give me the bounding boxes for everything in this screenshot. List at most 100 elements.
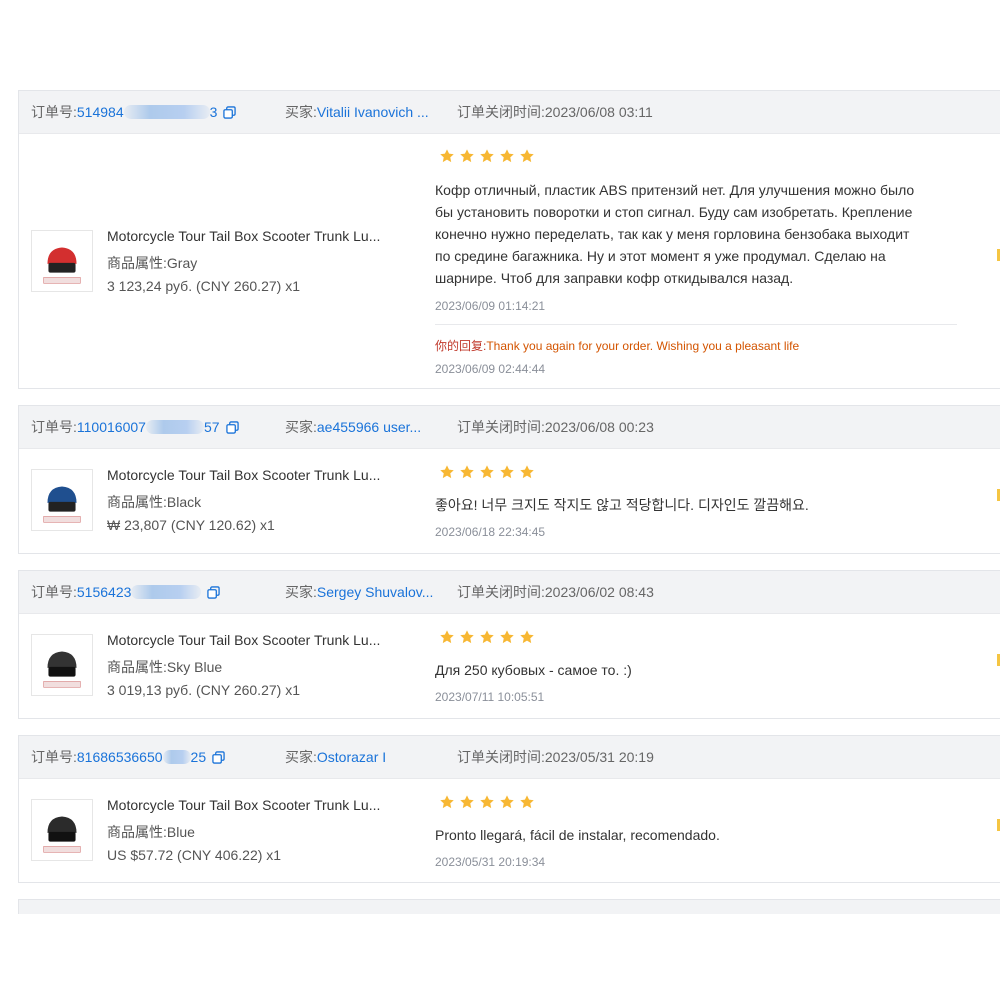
review-text: Pronto llegará, fácil de instalar, recom… bbox=[435, 827, 720, 843]
review-text: 좋아요! 너무 크지도 작지도 않고 적당합니다. 디자인도 깔끔해요. bbox=[435, 497, 809, 513]
star-icon bbox=[440, 795, 454, 809]
product-title[interactable]: Motorcycle Tour Tail Box Scooter Trunk L… bbox=[107, 632, 380, 648]
closed-time-value: 2023/06/08 00:23 bbox=[544, 419, 654, 435]
closed-time-label: 订单关闭时间: bbox=[457, 749, 545, 765]
star-icon bbox=[440, 465, 454, 479]
closed-time-label: 订单关闭时间: bbox=[457, 104, 545, 120]
buyer-field: 买家:ae455966 user... bbox=[285, 406, 421, 448]
product-attribute: 商品属性:Gray bbox=[107, 255, 198, 271]
star-icon bbox=[520, 149, 534, 163]
order-header: 订单号:5156423 买家:Sergey Shuvalov... 订单关闭时间… bbox=[19, 571, 1000, 614]
order-number-label: 订单号: bbox=[31, 419, 77, 435]
order-header: 订单号:110016007 57 买家:ae455966 user... 订单关闭… bbox=[19, 406, 1000, 449]
review-date: 2023/07/11 10:05:51 bbox=[435, 690, 545, 704]
order-number-label: 订单号: bbox=[31, 749, 77, 765]
order-card-partial bbox=[18, 899, 1000, 914]
order-card: 订单号:514984 3 买家:Vitalii Ivanovich ... 订单关… bbox=[18, 90, 1000, 389]
product-thumbnail[interactable] bbox=[31, 799, 93, 861]
buyer-link[interactable]: Sergey Shuvalov... bbox=[317, 584, 433, 600]
order-card: 订单号:5156423 买家:Sergey Shuvalov... 订单关闭时间… bbox=[18, 570, 1000, 719]
product-price: 3 019,13 руб. (CNY 260.27) x1 bbox=[107, 682, 300, 698]
star-icon bbox=[440, 149, 454, 163]
redaction-blur bbox=[123, 105, 210, 119]
product-thumbnail[interactable] bbox=[31, 634, 93, 696]
closed-time-field: 订单关闭时间:2023/06/02 08:43 bbox=[457, 571, 654, 613]
copy-icon[interactable] bbox=[212, 751, 225, 764]
order-number-label: 订单号: bbox=[31, 104, 77, 120]
product-title[interactable]: Motorcycle Tour Tail Box Scooter Trunk L… bbox=[107, 228, 380, 244]
reply-text: Thank you again for your order. Wishing … bbox=[486, 339, 800, 353]
buyer-field: 买家:Vitalii Ivanovich ... bbox=[285, 91, 429, 133]
star-icon bbox=[500, 465, 514, 479]
star-icon bbox=[500, 630, 514, 644]
product-title[interactable]: Motorcycle Tour Tail Box Scooter Trunk L… bbox=[107, 797, 380, 813]
buyer-label: 买家: bbox=[285, 104, 317, 120]
star-icon bbox=[460, 795, 474, 809]
buyer-label: 买家: bbox=[285, 584, 317, 600]
star-icon bbox=[480, 795, 494, 809]
product-attribute: 商品属性:Black bbox=[107, 494, 202, 510]
star-icon bbox=[440, 630, 454, 644]
product-price: 3 123,24 руб. (CNY 260.27) x1 bbox=[107, 278, 300, 294]
order-number-field: 订单号:514984 3 bbox=[31, 91, 237, 133]
order-header: 订单号:514984 3 买家:Vitalii Ivanovich ... 订单关… bbox=[19, 91, 1000, 134]
redaction-blur bbox=[131, 585, 202, 599]
review-date: 2023/06/18 22:34:45 bbox=[435, 525, 546, 539]
buyer-label: 买家: bbox=[285, 749, 317, 765]
reply-date: 2023/06/09 02:44:44 bbox=[435, 362, 546, 376]
star-icon bbox=[460, 149, 474, 163]
copy-icon[interactable] bbox=[223, 106, 237, 119]
closed-time-field: 订单关闭时间:2023/06/08 03:11 bbox=[457, 91, 653, 133]
seller-reply: 你的回复:Thank you again for your order. Wis… bbox=[435, 337, 799, 354]
star-icon bbox=[500, 795, 514, 809]
order-number-field: 订单号:5156423 bbox=[31, 571, 221, 613]
review-date: 2023/06/09 01:14:21 bbox=[435, 299, 546, 313]
rating-stars bbox=[439, 464, 539, 480]
order-number-link[interactable]: 81686536650 25 bbox=[77, 749, 206, 765]
product-thumbnail[interactable] bbox=[31, 230, 93, 292]
rating-stars bbox=[439, 794, 539, 810]
rating-stars bbox=[439, 629, 539, 645]
redaction-blur bbox=[145, 420, 204, 434]
closed-time-value: 2023/06/02 08:43 bbox=[544, 584, 654, 600]
order-number-field: 订单号:81686536650 25 bbox=[31, 736, 225, 778]
buyer-link[interactable]: Vitalii Ivanovich ... bbox=[317, 104, 429, 120]
buyer-field: 买家:Sergey Shuvalov... bbox=[285, 571, 433, 613]
buyer-link[interactable]: ae455966 user... bbox=[317, 419, 421, 435]
reply-divider bbox=[435, 324, 957, 325]
closed-time-field: 订单关闭时间:2023/06/08 00:23 bbox=[457, 406, 654, 448]
star-icon bbox=[520, 465, 534, 479]
star-icon bbox=[480, 630, 494, 644]
order-number-link[interactable]: 110016007 57 bbox=[77, 419, 220, 435]
copy-icon[interactable] bbox=[225, 421, 239, 434]
closed-time-value: 2023/06/08 03:11 bbox=[544, 104, 653, 120]
product-price: ₩ 23,807 (CNY 120.62) x1 bbox=[107, 517, 275, 533]
review-date: 2023/05/31 20:19:34 bbox=[435, 855, 546, 869]
order-number-label: 订单号: bbox=[31, 584, 77, 600]
buyer-link[interactable]: Ostorazar I bbox=[317, 749, 386, 765]
reply-label: 你的回复: bbox=[435, 339, 487, 353]
order-number-link[interactable]: 5156423 bbox=[77, 584, 202, 600]
product-thumbnail[interactable] bbox=[31, 469, 93, 531]
order-card: 订单号:110016007 57 买家:ae455966 user... 订单关闭… bbox=[18, 405, 1000, 554]
order-number-field: 订单号:110016007 57 bbox=[31, 406, 239, 448]
buyer-label: 买家: bbox=[285, 419, 317, 435]
product-attribute: 商品属性:Blue bbox=[107, 824, 195, 840]
star-icon bbox=[500, 149, 514, 163]
product-price: US $57.72 (CNY 406.22) x1 bbox=[107, 847, 282, 863]
review-text: Кофр отличный, пластик ABS притензий нет… bbox=[435, 182, 915, 286]
star-icon bbox=[480, 149, 494, 163]
closed-time-label: 订单关闭时间: bbox=[457, 419, 545, 435]
star-icon bbox=[520, 795, 534, 809]
closed-time-field: 订单关闭时间:2023/05/31 20:19 bbox=[457, 736, 654, 778]
rating-stars bbox=[439, 148, 539, 164]
order-card: 订单号:81686536650 25 买家:Ostorazar I 订单关闭时间:… bbox=[18, 735, 1000, 883]
order-number-link[interactable]: 514984 3 bbox=[77, 104, 218, 120]
star-icon bbox=[480, 465, 494, 479]
star-icon bbox=[460, 630, 474, 644]
copy-icon[interactable] bbox=[207, 586, 221, 599]
star-icon bbox=[520, 630, 534, 644]
star-icon bbox=[460, 465, 474, 479]
closed-time-value: 2023/05/31 20:19 bbox=[544, 749, 654, 765]
product-title[interactable]: Motorcycle Tour Tail Box Scooter Trunk L… bbox=[107, 467, 380, 483]
